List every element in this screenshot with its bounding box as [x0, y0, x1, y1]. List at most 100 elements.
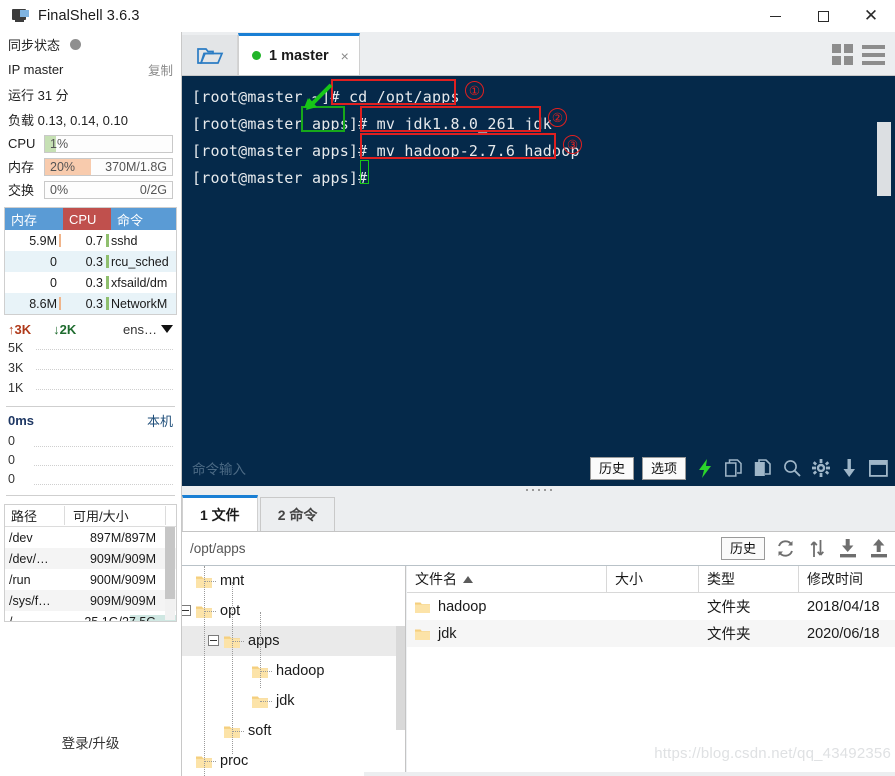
column-header-path[interactable]: 路径	[5, 506, 65, 525]
upload-file-icon[interactable]	[868, 538, 889, 559]
tree-guide-line	[232, 731, 244, 732]
path-history-button[interactable]: 历史	[720, 537, 765, 560]
annotation-box-3	[360, 133, 556, 159]
column-header-cpu[interactable]: CPU	[63, 208, 111, 230]
table-row[interactable]: /dev/… 909M/909M	[5, 548, 176, 569]
ping-host: 本机	[146, 414, 173, 429]
network-chart-plot	[36, 343, 173, 406]
copy-icon[interactable]	[723, 458, 744, 479]
column-header-memory[interactable]: 内存	[5, 208, 63, 230]
annotation-box-2	[360, 106, 541, 132]
table-row[interactable]: hadoop 文件夹 2018/04/18	[407, 593, 895, 620]
minimize-button[interactable]	[751, 0, 799, 32]
terminal-line: [root@master apps]#	[192, 169, 377, 187]
tab-files[interactable]: 1 文件	[182, 495, 258, 531]
table-row[interactable]: jdk 文件夹 2020/06/18	[407, 620, 895, 647]
table-row[interactable]: 8.6M 0.3 NetworkM	[5, 293, 176, 314]
minimize-icon	[769, 15, 781, 17]
column-header-type[interactable]: 类型	[699, 566, 799, 593]
download-file-icon[interactable]	[837, 538, 858, 559]
collapse-toggle-icon[interactable]	[182, 605, 191, 616]
options-button[interactable]: 选项	[641, 456, 686, 480]
tree-scrollbar-thumb[interactable]	[396, 626, 405, 730]
table-row[interactable]: /sys/f… 909M/909M	[5, 590, 176, 611]
table-row[interactable]: /dev 897M/897M	[5, 527, 176, 548]
lightning-icon[interactable]	[694, 458, 715, 479]
table-row[interactable]: 0 0.3 xfsaild/dm	[5, 272, 176, 293]
download-icon[interactable]	[839, 458, 860, 479]
process-command: rcu_sched	[111, 254, 169, 269]
column-header-filename[interactable]: 文件名	[407, 566, 607, 593]
file-name: hadoop	[438, 598, 487, 615]
network-stats-header: ↑3K ↓2K ens…	[0, 315, 181, 339]
terminal-scrollbar[interactable]	[877, 122, 891, 196]
process-cpu: 0.3	[85, 275, 103, 290]
terminal-output[interactable]: [root@master ~]# cd /opt/apps [root@mast…	[182, 76, 895, 450]
table-row[interactable]: 0 0.3 rcu_sched	[5, 251, 176, 272]
process-table: 内存 CPU 命令 5.9M 0.7 sshd 0 0.3 rcu_sched …	[4, 207, 177, 315]
column-header-command[interactable]: 命令	[111, 208, 176, 230]
tree-item-label: apps	[248, 633, 280, 649]
tree-item-soft[interactable]: soft	[182, 716, 405, 746]
annotation-number-1: ①	[465, 81, 484, 100]
path-input[interactable]: /opt/apps	[188, 541, 246, 556]
title-bar: FinalShell 3.6.3 ✕	[0, 0, 895, 32]
gear-icon[interactable]	[810, 458, 831, 479]
copy-button[interactable]: 复制	[148, 60, 173, 79]
finalshell-window: FinalShell 3.6.3 ✕ 同步状态 IP master 复制 运行 …	[0, 0, 895, 776]
tree-guide-line	[204, 611, 216, 612]
hamburger-menu-icon[interactable]	[862, 44, 885, 65]
tree-guide-line	[232, 582, 233, 754]
file-modified: 2020/06/18	[807, 625, 880, 642]
column-header-size[interactable]: 大小	[607, 566, 699, 593]
process-memory: 0	[50, 254, 57, 269]
tab-commands[interactable]: 2 命令	[259, 497, 336, 531]
table-row[interactable]: / 25.1G/27.5G	[5, 611, 176, 621]
column-header-modified[interactable]: 修改时间	[799, 566, 895, 593]
open-folder-icon	[196, 45, 224, 66]
scrollbar-thumb[interactable]	[165, 527, 175, 599]
table-row[interactable]: /run 900M/909M	[5, 569, 176, 590]
grid-view-icon[interactable]	[832, 44, 853, 65]
disk-size: 900M/909M	[89, 572, 156, 587]
search-icon[interactable]	[781, 458, 802, 479]
window-icon[interactable]	[868, 458, 889, 479]
network-interface-selector[interactable]: ens…	[123, 322, 173, 337]
maximize-button[interactable]	[799, 0, 847, 32]
close-icon[interactable]: ×	[341, 48, 349, 64]
paste-icon[interactable]	[752, 458, 773, 479]
tree-item-apps[interactable]: apps	[182, 626, 405, 656]
open-folder-button[interactable]	[182, 35, 238, 75]
main-region: 1 master × [root@master ~]# cd /opt/apps…	[182, 32, 895, 776]
tab-master[interactable]: 1 master ×	[238, 33, 360, 75]
login-upgrade-link[interactable]: 登录/升级	[0, 732, 181, 752]
sort-icon[interactable]	[806, 538, 827, 559]
panel-splitter[interactable]	[182, 486, 895, 494]
cpu-bar	[103, 234, 111, 247]
file-name: jdk	[438, 625, 457, 642]
column-header-available-size[interactable]: 可用/大小	[65, 506, 166, 525]
cpu-bar	[103, 276, 111, 289]
table-row[interactable]: 5.9M 0.7 sshd	[5, 230, 176, 251]
ping-chart-plot	[34, 438, 173, 493]
disk-size: 909M/909M	[89, 551, 156, 566]
file-name-cell: hadoop	[407, 599, 607, 615]
directory-tree[interactable]: mntoptappshadoopjdksoftprocrootrun	[182, 566, 406, 776]
tree-item-hadoop[interactable]: hadoop	[182, 656, 405, 686]
cpu-bar	[103, 297, 111, 310]
disk-table-scrollbar[interactable]	[165, 527, 175, 620]
collapse-toggle-icon[interactable]	[208, 635, 219, 646]
close-button[interactable]: ✕	[847, 0, 895, 32]
tab-label: 1 master	[269, 47, 329, 64]
command-input[interactable]: 命令输入	[188, 458, 246, 478]
uptime-label: 运行 31 分	[8, 88, 69, 103]
ip-label: IP master	[8, 62, 64, 77]
ping-y-tick-1: 0	[8, 453, 15, 467]
maximize-icon	[817, 10, 829, 22]
ip-row: IP master 复制	[0, 57, 181, 82]
annotation-box-1	[331, 79, 456, 105]
tree-guide-line	[204, 566, 205, 776]
tree-item-jdk[interactable]: jdk	[182, 686, 405, 716]
refresh-icon[interactable]	[775, 538, 796, 559]
history-button[interactable]: 历史	[589, 456, 634, 480]
